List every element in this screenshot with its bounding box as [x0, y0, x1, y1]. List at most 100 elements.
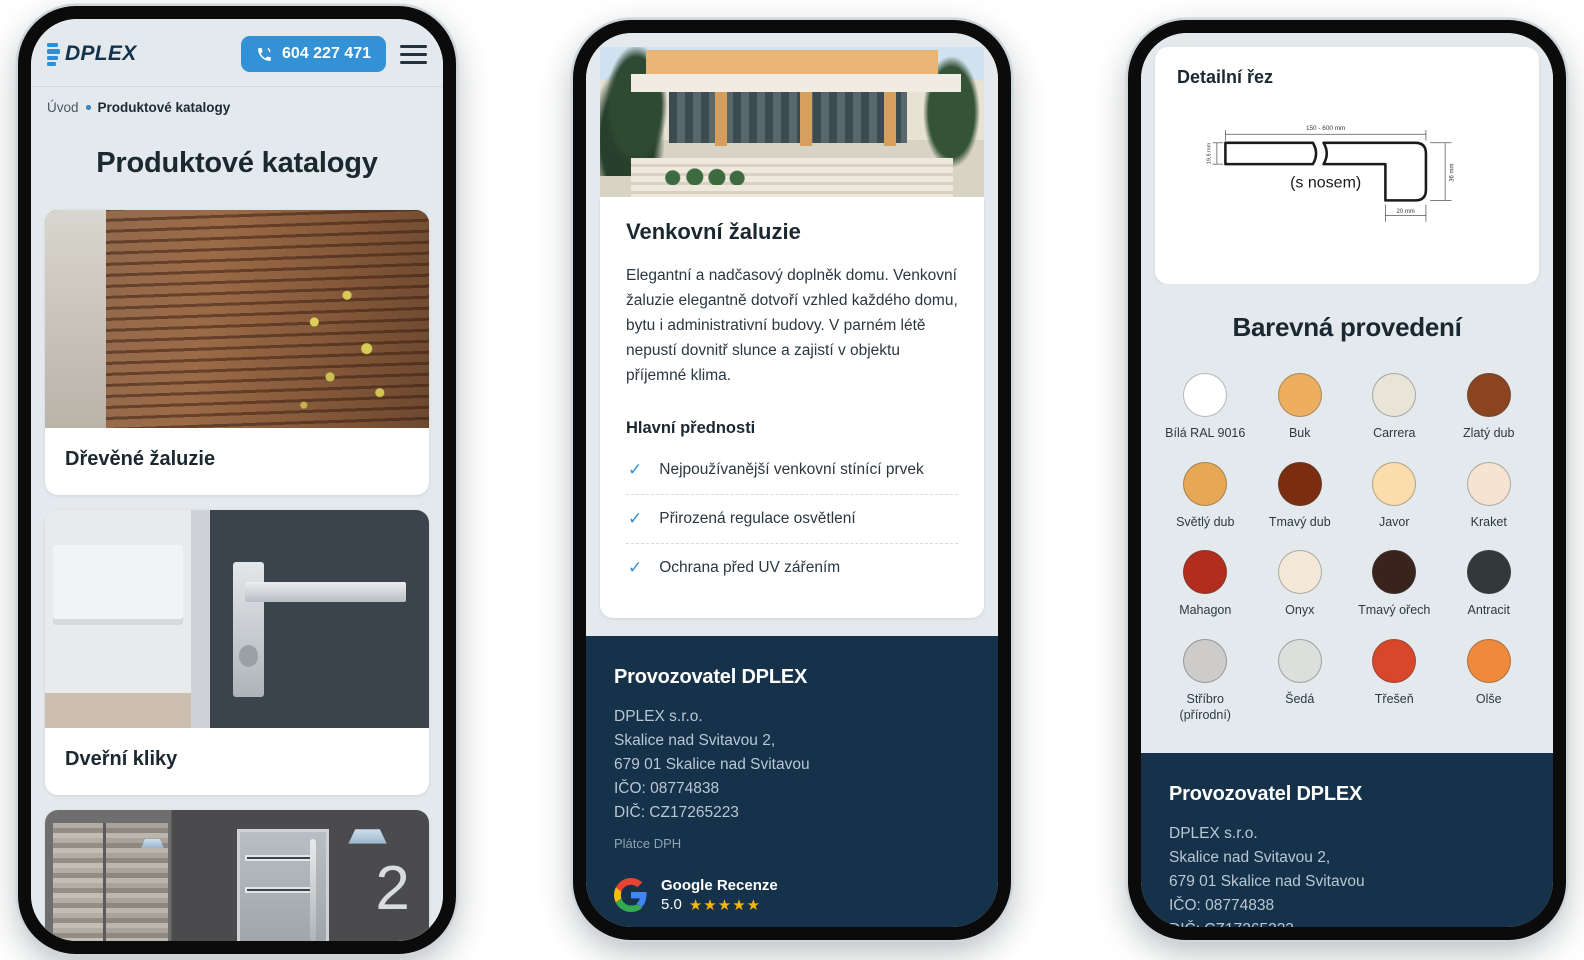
- phone-mockup-product-detail: Venkovní žaluzie Elegantní a nadčasový d…: [573, 20, 1011, 940]
- breadcrumb-home-link[interactable]: Úvod: [47, 100, 79, 115]
- call-phone-number: 604 227 471: [282, 45, 371, 62]
- color-swatch-label: Zlatý dub: [1463, 426, 1515, 440]
- check-icon: ✓: [628, 509, 643, 529]
- cross-section-drawing: 150 - 600 mm 19,8 mm 36 mm 20 mm (s nose…: [1206, 125, 1456, 222]
- drawing-caption: (s nosem): [1290, 175, 1361, 192]
- color-swatch-dot: [1372, 638, 1417, 683]
- color-swatch[interactable]: Olše: [1445, 638, 1534, 723]
- google-reviews-rating: 5.0 ★★★★★: [661, 896, 778, 914]
- color-swatch-label: Tmavý ořech: [1358, 603, 1431, 618]
- color-swatch[interactable]: Tmavý ořech: [1350, 550, 1439, 619]
- catalog-card-entrance-doors[interactable]: 2: [45, 810, 429, 941]
- dplex-bars-logo-icon: [47, 42, 60, 66]
- call-phone-button[interactable]: 604 227 471: [241, 36, 386, 72]
- color-swatch-dot: [1277, 638, 1322, 683]
- color-swatch-dot: [1372, 550, 1417, 595]
- dimension-width-label: 150 - 600 mm: [1306, 125, 1345, 132]
- color-swatch-dot: [1277, 550, 1322, 595]
- phone3-scroll[interactable]: Detailní řez 150 - 600 mm 19,8 mm 36 mm …: [1141, 33, 1553, 927]
- check-icon: ✓: [628, 460, 643, 480]
- benefits-heading: Hlavní přednosti: [626, 418, 756, 437]
- product-title: Venkovní žaluzie: [626, 219, 801, 244]
- breadcrumb: Úvod Produktové katalogy: [31, 87, 443, 125]
- phone-mockup-color-options: Detailní řez 150 - 600 mm 19,8 mm 36 mm …: [1128, 20, 1566, 940]
- benefit-row: ✓ Nejpoužívanější venkovní stínící prvek: [626, 446, 958, 495]
- dplex-logo[interactable]: DPLEX: [47, 42, 137, 66]
- color-swatch[interactable]: Antracit: [1445, 550, 1534, 619]
- product-detail-card: Venkovní žaluzie Elegantní a nadčasový d…: [600, 197, 984, 618]
- footer-city: 679 01 Skalice nad Svitavou: [1169, 873, 1365, 891]
- three-phone-mockup: DPLEX 604 227 471 Úvod Produktové katalo…: [0, 0, 1584, 960]
- color-swatch-dot: [1466, 461, 1511, 506]
- catalog-card-wooden-blinds[interactable]: Dřevěné žaluzie: [45, 210, 429, 495]
- color-swatch[interactable]: Javor: [1350, 461, 1439, 531]
- footer-company: DPLEX s.r.o.: [614, 707, 703, 725]
- color-swatch[interactable]: Buk: [1256, 373, 1345, 442]
- footer-street: Skalice nad Svitavou 2,: [614, 731, 776, 749]
- door-handle-photo: [45, 510, 429, 728]
- color-swatch-dot: [1466, 638, 1511, 683]
- color-swatch-label: Olše: [1475, 691, 1502, 706]
- color-swatch-dot: [1466, 550, 1511, 595]
- google-g-logo-icon: [614, 878, 648, 913]
- star-rating-icon: ★★★★★: [688, 896, 762, 914]
- footer-heading: Provozovatel DPLEX: [1169, 783, 1363, 806]
- footer-ico: IČO: 08774838: [614, 779, 720, 797]
- color-swatch-dot: [1466, 373, 1511, 417]
- site-footer: Provozovatel DPLEX DPLEX s.r.o. Skalice …: [1141, 753, 1553, 927]
- technical-drawing-section: Detailní řez 150 - 600 mm 19,8 mm 36 mm …: [1141, 33, 1553, 284]
- footer-company: DPLEX s.r.o.: [1169, 825, 1258, 843]
- house-number: 2: [375, 854, 410, 923]
- benefit-label: Ochrana před UV zářením: [659, 558, 841, 576]
- page-title: Produktové katalogy: [31, 125, 443, 210]
- product-description: Elegantní a nadčasový doplněk domu. Venk…: [626, 267, 958, 385]
- footer-vat-note: Plátce DPH: [614, 835, 682, 851]
- color-swatch-dot: [1372, 373, 1417, 417]
- modern-villa-photo: [600, 47, 984, 197]
- color-swatch-label: Javor: [1378, 514, 1410, 529]
- color-swatch[interactable]: Tmavý dub: [1256, 461, 1345, 531]
- hamburger-menu-icon[interactable]: [400, 42, 427, 67]
- breadcrumb-current: Produktové katalogy: [97, 100, 231, 115]
- check-icon: ✓: [628, 558, 643, 578]
- color-swatch-label: Tmavý dub: [1268, 514, 1331, 529]
- color-swatch-grid: Bílá RAL 9016 Buk Carrera Zlatý dub Světlý d…: [1161, 373, 1533, 723]
- benefit-label: Nejpoužívanější venkovní stínící prvek: [659, 460, 924, 478]
- color-swatch-label: Šedá: [1285, 691, 1315, 706]
- color-swatch[interactable]: Stříbro (přírodní): [1161, 638, 1250, 723]
- footer-city: 679 01 Skalice nad Svitavou: [614, 755, 810, 773]
- color-swatch[interactable]: Světlý dub: [1161, 461, 1250, 531]
- site-footer: Provozovatel DPLEX DPLEX s.r.o. Skalice …: [586, 635, 998, 927]
- header-actions: 604 227 471: [241, 36, 427, 72]
- color-swatch-label: Mahagon: [1179, 603, 1232, 618]
- footer-address: DPLEX s.r.o. Skalice nad Svitavou 2, 679…: [1169, 822, 1525, 927]
- catalog-card-title: Dřevěné žaluzie: [65, 448, 216, 470]
- benefit-label: Přirozená regulace osvětlení: [659, 509, 856, 527]
- catalog-card-door-handles[interactable]: Dveřní kliky: [45, 510, 429, 795]
- wooden-blinds-photo: [45, 210, 429, 428]
- phone1-scroll[interactable]: DPLEX 604 227 471 Úvod Produktové katalo…: [31, 19, 443, 941]
- color-swatch-label: Antracit: [1467, 603, 1510, 618]
- catalog-card-list: Dřevěné žaluzie Dveřní kliky 2: [31, 210, 443, 941]
- phone1-screen: DPLEX 604 227 471 Úvod Produktové katalo…: [31, 19, 443, 941]
- color-swatch-dot: [1372, 461, 1417, 506]
- color-swatch[interactable]: Třešeň: [1350, 638, 1439, 723]
- color-swatch[interactable]: Zlatý dub: [1445, 373, 1534, 442]
- phone2-scroll[interactable]: Venkovní žaluzie Elegantní a nadčasový d…: [586, 33, 998, 927]
- color-swatch[interactable]: Onyx: [1256, 550, 1345, 619]
- color-swatch[interactable]: Šedá: [1256, 638, 1345, 723]
- color-swatch-label: Třešeň: [1374, 691, 1414, 706]
- drawing-title: Detailní řez: [1177, 67, 1274, 87]
- color-swatch-label: Bílá RAL 9016: [1165, 426, 1246, 440]
- color-swatch-label: Stříbro (přírodní): [1179, 691, 1231, 722]
- technical-drawing-card: Detailní řez 150 - 600 mm 19,8 mm 36 mm …: [1155, 47, 1539, 284]
- phone3-screen: Detailní řez 150 - 600 mm 19,8 mm 36 mm …: [1141, 33, 1553, 927]
- color-swatch[interactable]: Mahagon: [1161, 550, 1250, 619]
- benefit-row: ✓ Ochrana před UV zářením: [626, 544, 958, 592]
- dimension-height-label: 36 mm: [1450, 164, 1456, 182]
- footer-dic: DIČ: CZ17265223: [1169, 918, 1525, 927]
- color-swatch[interactable]: Carrera: [1350, 373, 1439, 442]
- google-score: 5.0: [661, 896, 682, 914]
- color-swatch[interactable]: Kraket: [1445, 461, 1534, 531]
- color-swatch[interactable]: Bílá RAL 9016: [1161, 373, 1250, 442]
